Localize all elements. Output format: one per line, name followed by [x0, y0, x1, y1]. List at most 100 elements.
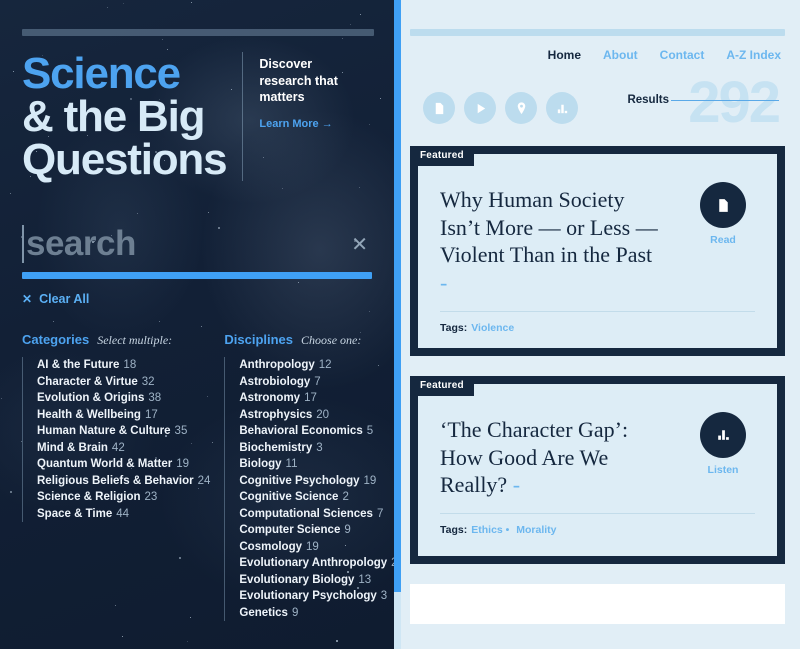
facet-item-count: 42 [111, 441, 125, 454]
next-result-card-partial[interactable] [410, 583, 785, 624]
tags-label: Tags: [440, 321, 468, 334]
hero-filter-panel: Science & the Big Questions Discover res… [0, 0, 394, 649]
search-clear-icon[interactable]: ✕ [351, 235, 368, 255]
search-input-row[interactable]: search ✕ [22, 225, 372, 264]
star [281, 187, 283, 189]
play-icon[interactable] [464, 92, 496, 124]
facet-item[interactable]: Space & Time 44 [37, 506, 210, 523]
page-scrollbar-thumb[interactable] [394, 0, 401, 592]
facet-item[interactable]: Biology 11 [239, 456, 394, 473]
facet-item-count: 3 [316, 441, 323, 454]
results-list: Featured Why Human Society Isn’t More — o… [410, 146, 785, 564]
tag-link[interactable]: Morality [516, 524, 556, 536]
result-card-body: ‘The Character Gap’: How Good Are We Rea… [418, 384, 777, 556]
learn-more-link[interactable]: Learn More → [259, 118, 346, 130]
results-counter: 292 [688, 72, 781, 134]
facet-item[interactable]: Astrobiology 7 [239, 374, 394, 391]
facet-item[interactable]: Cognitive Psychology 19 [239, 473, 394, 490]
facet-categories-hint: Select multiple: [97, 333, 173, 348]
facet-item[interactable]: Human Nature & Culture 35 [37, 423, 210, 440]
facet-item[interactable]: Cognitive Science 2 [239, 489, 394, 506]
facet-item-label: Science & Religion [37, 491, 141, 504]
result-card-action-label: Listen [707, 463, 739, 476]
nav-item-home[interactable]: Home [548, 48, 581, 62]
facet-item[interactable]: Genetics 9 [239, 605, 394, 622]
facet-item-label: Evolution & Origins [37, 392, 145, 405]
facet-item[interactable]: Behavioral Economics 5 [239, 423, 394, 440]
facet-item-count: 9 [344, 524, 351, 537]
facet-item-count: 35 [174, 425, 188, 438]
facet-item[interactable]: Astronomy 17 [239, 390, 394, 407]
facet-item-count: 3 [380, 590, 388, 603]
facet-item[interactable]: Evolutionary Psychology 3 [239, 588, 394, 605]
title-dash: - [440, 270, 448, 296]
result-card-action[interactable]: Listen [693, 411, 753, 476]
facet-item-label: Health & Wellbeing [37, 408, 141, 421]
result-card[interactable]: Featured Why Human Society Isn’t More — o… [410, 146, 785, 356]
result-card-title[interactable]: Why Human Society Isn’t More — or Less —… [440, 186, 658, 297]
facet-item[interactable]: Cosmology 19 [239, 539, 394, 556]
facet-item[interactable]: Astrophysics 20 [239, 407, 394, 424]
result-card-action-label: Read [710, 234, 736, 246]
tag-link[interactable]: Violence [471, 322, 514, 334]
main-navigation: Home About Contact A-Z Index [410, 48, 785, 62]
facet-categories: Categories Select multiple: AI & the Fut… [22, 332, 210, 621]
facet-item[interactable]: Character & Virtue 32 [37, 374, 210, 391]
page-title-line2: & the Big [22, 92, 206, 142]
facet-item-count: 18 [123, 359, 137, 372]
card-divider [440, 513, 755, 515]
nav-item-contact[interactable]: Contact [660, 48, 705, 62]
tags-label: Tags: [440, 524, 468, 537]
star [158, 320, 160, 322]
bar-chart-icon[interactable] [546, 92, 578, 124]
facet-item[interactable]: Biochemistry 3 [239, 440, 394, 457]
search-input[interactable]: search [26, 225, 136, 263]
hero-tagline: Discover research that matters [259, 57, 338, 104]
facet-item-count: 19 [176, 458, 190, 471]
page-title-line3: Questions [22, 135, 228, 185]
result-card-body: Why Human Society Isn’t More — or Less —… [418, 154, 777, 348]
document-icon[interactable] [423, 92, 455, 124]
facet-item[interactable]: Health & Wellbeing 17 [37, 407, 210, 424]
facet-item-label: Genetics [239, 606, 288, 619]
facet-item-label: Cognitive Science [239, 491, 339, 504]
facet-item[interactable]: Quantum World & Matter 19 [37, 456, 210, 473]
map-pin-icon[interactable] [505, 92, 537, 124]
facet-item[interactable]: Science & Religion 23 [37, 489, 210, 506]
facet-item-label: Evolutionary Psychology [239, 590, 377, 603]
star [359, 186, 361, 188]
facet-categories-list: AI & the Future 18 Character & Virtue 32 Evo… [22, 357, 210, 523]
nav-item-about[interactable]: About [603, 48, 638, 62]
results-panel: Home About Contact A-Z Index 292 Results Fe… [394, 0, 800, 649]
facet-item[interactable]: Computational Sciences 7 [239, 506, 394, 523]
facet-item-label: Human Nature & Culture [37, 425, 171, 438]
facet-item[interactable]: Religious Beliefs & Behavior 24 [37, 473, 210, 490]
page-scrollbar-track[interactable] [394, 0, 401, 649]
result-card-title[interactable]: ‘The Character Gap’: How Good Are We Rea… [440, 416, 658, 499]
facet-item[interactable]: Mind & Brain 42 [37, 440, 210, 457]
nav-item-a-z-index[interactable]: A-Z Index [726, 48, 781, 62]
tag-link[interactable]: Ethics [471, 524, 503, 536]
facet-item-count: 38 [148, 392, 162, 405]
facet-item-count: 13 [358, 573, 372, 586]
star [335, 640, 338, 643]
facet-disciplines-header: Disciplines Choose one: [224, 332, 394, 348]
facet-item[interactable]: Anthropology 12 [239, 357, 394, 374]
clear-all-label: Clear All [39, 292, 90, 307]
star [136, 213, 138, 215]
facet-item[interactable]: Evolution & Origins 38 [37, 390, 210, 407]
facet-item[interactable]: Evolutionary Anthropology2 [239, 555, 394, 572]
clear-all-button[interactable]: ✕ Clear All [22, 292, 372, 306]
facet-item-label: AI & the Future [37, 359, 120, 372]
search-area: search ✕ [22, 225, 372, 280]
result-card[interactable]: Featured ‘The Character Gap’: How Good Ar… [410, 375, 785, 564]
star [187, 641, 189, 642]
star [52, 320, 54, 322]
facet-item[interactable]: Evolutionary Biology 13 [239, 572, 394, 589]
star [121, 635, 123, 637]
facet-item[interactable]: Computer Science 9 [239, 522, 394, 539]
facet-item-count: 24 [197, 474, 211, 487]
result-card-action[interactable]: Read [693, 182, 753, 246]
facet-item[interactable]: AI & the Future 18 [37, 357, 210, 374]
facet-disciplines-hint: Choose one: [301, 333, 362, 348]
